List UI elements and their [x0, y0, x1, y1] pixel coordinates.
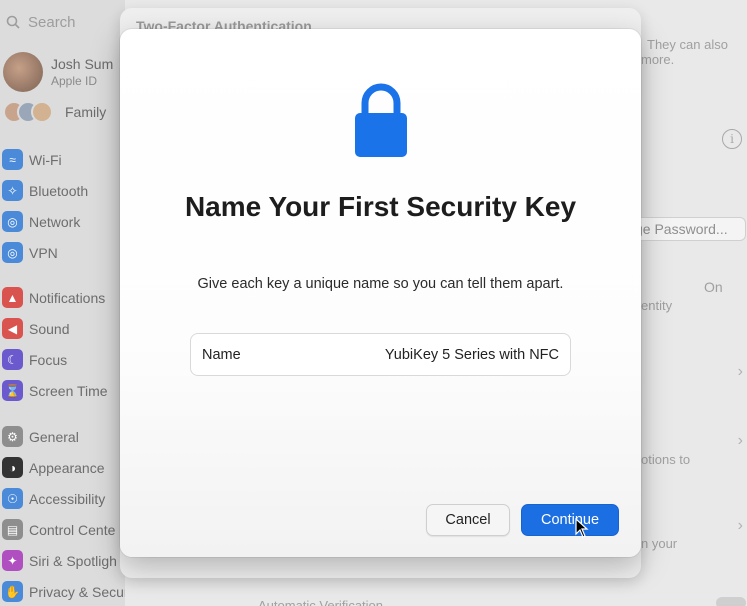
bg-text: They can also	[647, 37, 728, 52]
sidebar-item-accessibility[interactable]: ☉ Accessibility	[2, 488, 105, 509]
speaker-icon: ◀	[2, 318, 23, 339]
search-icon	[6, 15, 20, 29]
dialog-title: Name Your First Security Key	[184, 191, 577, 222]
sidebar-item-wifi[interactable]: ≈ Wi-Fi	[2, 149, 62, 170]
sidebar-item-appearance[interactable]: ◑ Appearance	[2, 457, 105, 478]
mouse-cursor-icon	[575, 518, 589, 538]
sidebar-item-focus[interactable]: ☾ Focus	[2, 349, 67, 370]
bg-text: otions to	[641, 452, 691, 467]
family-avatars-icon	[3, 101, 53, 123]
sidebar-item-label: Notifications	[29, 289, 106, 306]
bg-text: Automatic Verification	[258, 598, 384, 606]
chevron-right-icon[interactable]: ›	[738, 363, 743, 381]
search-field[interactable]: Search	[2, 10, 120, 34]
sidebar-item-label: Network	[29, 213, 81, 230]
sidebar-item-privacy-security[interactable]: ✋ Privacy & Security	[2, 581, 143, 602]
cancel-button[interactable]: Cancel	[426, 504, 510, 536]
hand-icon: ✋	[2, 581, 23, 602]
control-center-icon: ▤	[2, 519, 23, 540]
sidebar-item-label: Siri & Spotligh	[29, 552, 117, 569]
dialog-subtitle: Give each key a unique name so you can t…	[197, 276, 564, 292]
search-placeholder: Search	[28, 13, 76, 31]
sidebar-item-vpn[interactable]: ◎ VPN	[2, 242, 58, 263]
continue-button[interactable]: Continue	[521, 504, 619, 536]
sidebar-item-label: Focus	[29, 351, 68, 368]
bell-icon: ▲	[2, 287, 23, 308]
sidebar-item-network[interactable]: ◎ Network	[2, 211, 80, 232]
chevron-right-icon[interactable]: ›	[738, 432, 743, 450]
sidebar-item-label: Bluetooth	[29, 182, 89, 199]
moon-icon: ☾	[2, 349, 23, 370]
sidebar: Search Josh Sum Apple ID Family ≈ Wi-Fi …	[0, 0, 143, 606]
hourglass-icon: ⌛	[2, 380, 23, 401]
bg-text: entity	[641, 298, 673, 313]
sidebar-item-screen-time[interactable]: ⌛ Screen Time	[2, 380, 108, 401]
globe-icon: ◎	[2, 211, 23, 232]
apple-id-profile[interactable]: Josh Sum Apple ID	[3, 52, 113, 92]
bg-text: n your	[641, 536, 678, 551]
sidebar-item-label: Accessibility	[29, 490, 106, 507]
name-field-label: Name	[202, 346, 241, 363]
sidebar-item-notifications[interactable]: ▲ Notifications	[2, 287, 105, 308]
key-name-input[interactable]	[309, 346, 559, 363]
sidebar-item-label: Appearance	[29, 459, 105, 476]
bg-text: more.	[641, 52, 675, 67]
sidebar-item-label: Wi-Fi	[29, 151, 62, 168]
bluetooth-icon: ✧	[2, 180, 23, 201]
vpn-globe-icon: ◎	[2, 242, 23, 263]
sidebar-item-general[interactable]: ⚙ General	[2, 426, 79, 447]
sidebar-item-siri-spotlight[interactable]: ✦ Siri & Spotligh	[2, 550, 117, 571]
appearance-icon: ◑	[2, 457, 23, 478]
on-label: On	[704, 279, 723, 295]
sidebar-item-control-center[interactable]: ▤ Control Cente	[2, 519, 115, 540]
key-name-field[interactable]: Name	[190, 333, 571, 376]
sidebar-item-label: Screen Time	[29, 382, 108, 399]
security-key-dialog: Name Your First Security Key Give each k…	[120, 29, 641, 557]
profile-name: Josh Sum	[51, 56, 114, 72]
toggle-switch[interactable]	[716, 597, 746, 606]
sidebar-item-label: Control Cente	[29, 521, 116, 538]
sidebar-item-label: Sound	[29, 320, 70, 337]
wifi-icon: ≈	[2, 149, 23, 170]
avatar	[3, 52, 43, 92]
lock-icon	[355, 83, 407, 157]
sidebar-item-family[interactable]: Family	[3, 101, 106, 123]
gear-icon: ⚙	[2, 426, 23, 447]
family-label: Family	[65, 104, 107, 120]
accessibility-icon: ☉	[2, 488, 23, 509]
sidebar-item-label: General	[29, 428, 79, 445]
siri-icon: ✦	[2, 550, 23, 571]
sidebar-item-bluetooth[interactable]: ✧ Bluetooth	[2, 180, 88, 201]
info-icon[interactable]: i	[722, 129, 742, 149]
sidebar-item-sound[interactable]: ◀ Sound	[2, 318, 69, 339]
profile-subtitle: Apple ID	[51, 74, 98, 88]
sidebar-item-label: VPN	[29, 244, 58, 261]
change-password-button[interactable]: ge Password...	[630, 217, 746, 241]
chevron-right-icon[interactable]: ›	[738, 517, 743, 535]
